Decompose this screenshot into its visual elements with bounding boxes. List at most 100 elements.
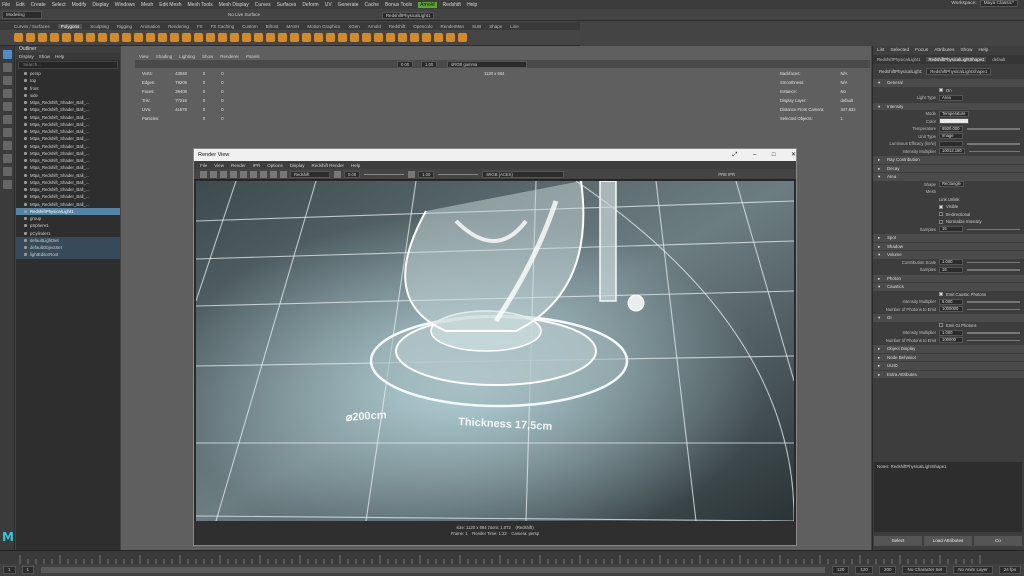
shelf-tool-icon[interactable] bbox=[314, 33, 323, 42]
attr-menu-item[interactable]: Selected bbox=[890, 48, 909, 53]
attr-section-header[interactable]: Volume bbox=[873, 251, 1024, 259]
character-set-dropdown[interactable]: No Character Set bbox=[902, 566, 948, 574]
max-time-field[interactable]: 200 bbox=[878, 566, 897, 574]
render-view-menu-item[interactable]: Help bbox=[351, 163, 360, 168]
rv-colorspace-dropdown[interactable]: sRGB (ACES) bbox=[482, 170, 565, 178]
shelf-tab[interactable]: Opencolo bbox=[413, 24, 432, 29]
remove-image-icon[interactable] bbox=[250, 170, 257, 178]
undock-icon[interactable]: ⤢ bbox=[733, 152, 738, 158]
outliner-item[interactable]: lightEditorRoot bbox=[16, 251, 120, 259]
attr-section-header[interactable]: Node Behavior bbox=[873, 353, 1024, 361]
menu-create[interactable]: Create bbox=[31, 2, 46, 8]
attr-section-header[interactable]: GI bbox=[873, 314, 1024, 322]
range-bar[interactable] bbox=[41, 567, 825, 573]
outliner-item[interactable]: defaultLightSet bbox=[16, 236, 120, 244]
outliner-item[interactable]: Mtpa_Redshift_Shader_Ball_... bbox=[16, 143, 120, 150]
render-view-menu-item[interactable]: Redshift Render bbox=[312, 163, 345, 168]
outliner-item[interactable]: defaultObjectSet bbox=[16, 244, 120, 252]
attr-value-field[interactable]: 1.000 bbox=[939, 259, 963, 266]
attr-slider[interactable] bbox=[967, 228, 1020, 230]
object-name-field[interactable]: RedshiftPhysicalLight1 bbox=[382, 12, 435, 19]
layout-graph-icon[interactable] bbox=[3, 180, 12, 189]
exposure-field[interactable]: 0.00 bbox=[397, 61, 414, 68]
shelf-tool-icon[interactable] bbox=[110, 33, 119, 42]
maximize-icon[interactable]: □ bbox=[772, 152, 776, 158]
attr-slider[interactable] bbox=[967, 128, 1020, 130]
attr-checkbox[interactable] bbox=[939, 204, 943, 209]
outliner-item[interactable]: Mtpa_Redshift_Shader_Ball_... bbox=[16, 121, 120, 128]
outliner-item[interactable]: Mtpa_Redshift_Shader_Ball_... bbox=[16, 128, 120, 135]
shelf-tool-icon[interactable] bbox=[398, 33, 407, 42]
attr-value-field[interactable]: 16 bbox=[939, 226, 963, 233]
real-size-icon[interactable] bbox=[280, 170, 287, 178]
attr-menu-item[interactable]: Attributes bbox=[934, 48, 954, 53]
outliner-item[interactable]: Mtpa_Redshift_Shader_Ball_... bbox=[16, 157, 120, 164]
attr-slider[interactable] bbox=[967, 143, 1020, 145]
outliner-item[interactable]: Mtpa_Redshift_Shader_Ball_... bbox=[16, 135, 120, 142]
shelf-tool-icon[interactable] bbox=[26, 33, 35, 42]
render-view-menu-item[interactable]: IPR bbox=[253, 163, 261, 168]
shelf-tool-icon[interactable] bbox=[434, 33, 443, 42]
attr-value-field[interactable]: Image bbox=[939, 133, 963, 140]
attr-section-header[interactable]: Intensity bbox=[873, 102, 1024, 110]
attr-button[interactable]: Select bbox=[874, 536, 922, 546]
attr-menu-item[interactable]: Show bbox=[960, 48, 972, 53]
outliner-item[interactable]: Mtpa_Redshift_Shader_Ball_... bbox=[16, 172, 120, 179]
rendered-image[interactable]: ⌀200cm Thickness 17,5cm bbox=[196, 181, 794, 521]
shelf-tool-icon[interactable] bbox=[242, 33, 251, 42]
menu-surfaces[interactable]: Surfaces bbox=[277, 2, 297, 8]
attr-slider[interactable] bbox=[967, 308, 1020, 310]
outliner-item[interactable]: group bbox=[16, 215, 120, 222]
outliner-menu-item[interactable]: Help bbox=[55, 53, 64, 60]
attr-menu-item[interactable]: Focus bbox=[915, 48, 928, 53]
outliner-item[interactable]: Mtpa_Redshift_Shader_Ball_... bbox=[16, 193, 120, 200]
attr-section-header[interactable]: Shadow bbox=[873, 242, 1024, 250]
attr-button[interactable]: Co bbox=[974, 536, 1022, 546]
outliner-item[interactable]: Mtpa_Redshift_Shader_Ball_... bbox=[16, 114, 120, 121]
shelf-tab[interactable]: Curves / Surfaces bbox=[14, 24, 50, 29]
shelf-tab[interactable]: SUB bbox=[472, 24, 481, 29]
shelf-tool-icon[interactable] bbox=[14, 33, 23, 42]
attr-section-header[interactable]: Caustics bbox=[873, 283, 1024, 291]
anim-layer-dropdown[interactable]: No Anim Layer bbox=[953, 566, 993, 574]
shelf-tool-icon[interactable] bbox=[362, 33, 371, 42]
close-icon[interactable]: ✕ bbox=[791, 152, 796, 158]
fps-dropdown[interactable]: 24 fps bbox=[998, 566, 1021, 574]
menu-help[interactable]: Help bbox=[467, 2, 477, 8]
exposure-slider[interactable] bbox=[364, 173, 405, 175]
shelf-tool-icon[interactable] bbox=[374, 33, 383, 42]
time-slider[interactable] bbox=[0, 550, 1024, 565]
shelf-tab[interactable]: XGen bbox=[348, 24, 360, 29]
attr-section-header[interactable]: Decay bbox=[873, 164, 1024, 172]
outliner-item[interactable]: side bbox=[16, 92, 120, 99]
shelf-tool-icon[interactable] bbox=[170, 33, 179, 42]
shelf-tool-icon[interactable] bbox=[50, 33, 59, 42]
shelf-tool-icon[interactable] bbox=[278, 33, 287, 42]
workspace-dropdown[interactable]: Maya Classic* bbox=[979, 0, 1018, 7]
attr-slider[interactable] bbox=[967, 269, 1020, 271]
shelf-tool-icon[interactable] bbox=[266, 33, 275, 42]
gamma-slider[interactable] bbox=[438, 173, 479, 175]
viewport-menu-item[interactable]: Lighting bbox=[179, 54, 195, 59]
range-end-field[interactable]: 120 bbox=[831, 566, 850, 574]
outliner-item[interactable]: persp bbox=[16, 70, 120, 77]
move-tool-icon[interactable] bbox=[3, 89, 12, 98]
outliner-item[interactable]: RedshiftPhysicalLight1 bbox=[16, 207, 120, 215]
live-surface-label[interactable]: No Live Surface bbox=[228, 12, 260, 17]
shelf-tool-icon[interactable] bbox=[122, 33, 131, 42]
shelf-tab[interactable]: RenderMan bbox=[441, 24, 465, 29]
render-view-menu-item[interactable]: Display bbox=[290, 163, 305, 168]
viewport-menu-item[interactable]: Shading bbox=[156, 54, 173, 59]
shelf-tool-icon[interactable] bbox=[338, 33, 347, 42]
outliner-item[interactable]: top bbox=[16, 77, 120, 84]
minimize-icon[interactable]: – bbox=[753, 152, 756, 158]
start-time-field[interactable]: 1 bbox=[3, 566, 16, 574]
layout-single-icon[interactable] bbox=[3, 128, 12, 137]
shelf-tool-icon[interactable] bbox=[182, 33, 191, 42]
shelf-tool-icon[interactable] bbox=[194, 33, 203, 42]
keep-image-icon[interactable] bbox=[240, 170, 247, 178]
attr-tab[interactable]: RedshiftPhysicalLight1 bbox=[877, 57, 920, 62]
attr-section-header[interactable]: General bbox=[873, 79, 1024, 87]
attr-checkbox[interactable] bbox=[939, 212, 943, 217]
menu-mesh-display[interactable]: Mesh Display bbox=[219, 2, 249, 8]
